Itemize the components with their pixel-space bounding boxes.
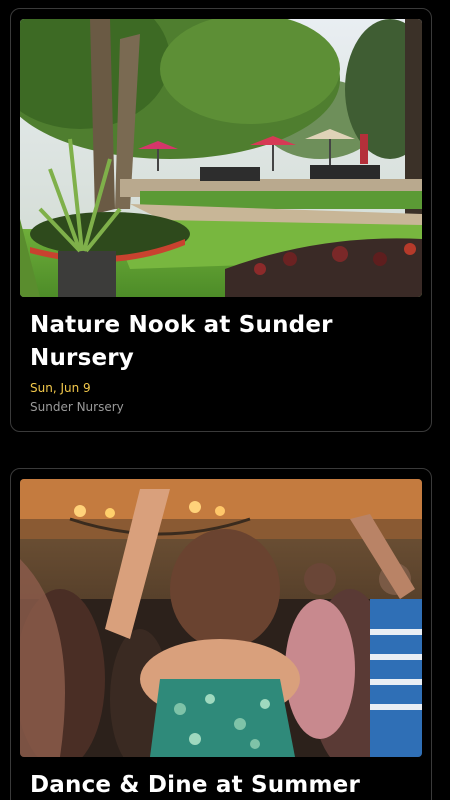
event-feed[interactable]: Nature Nook at Sunder Nursery Sun, Jun 9… bbox=[0, 0, 450, 800]
event-title[interactable]: Nature Nook at Sunder Nursery bbox=[30, 309, 410, 375]
event-title[interactable]: Dance & Dine at Summer bbox=[30, 769, 410, 800]
event-card[interactable]: Nature Nook at Sunder Nursery Sun, Jun 9… bbox=[10, 8, 432, 432]
dance-party-photo bbox=[20, 479, 422, 757]
event-card[interactable]: Dance & Dine at Summer bbox=[10, 468, 432, 800]
event-date: Sun, Jun 9 bbox=[30, 381, 91, 395]
event-image-dance[interactable] bbox=[20, 479, 422, 757]
garden-photo bbox=[20, 19, 422, 297]
event-image-garden[interactable] bbox=[20, 19, 422, 297]
event-venue: Sunder Nursery bbox=[30, 400, 124, 414]
